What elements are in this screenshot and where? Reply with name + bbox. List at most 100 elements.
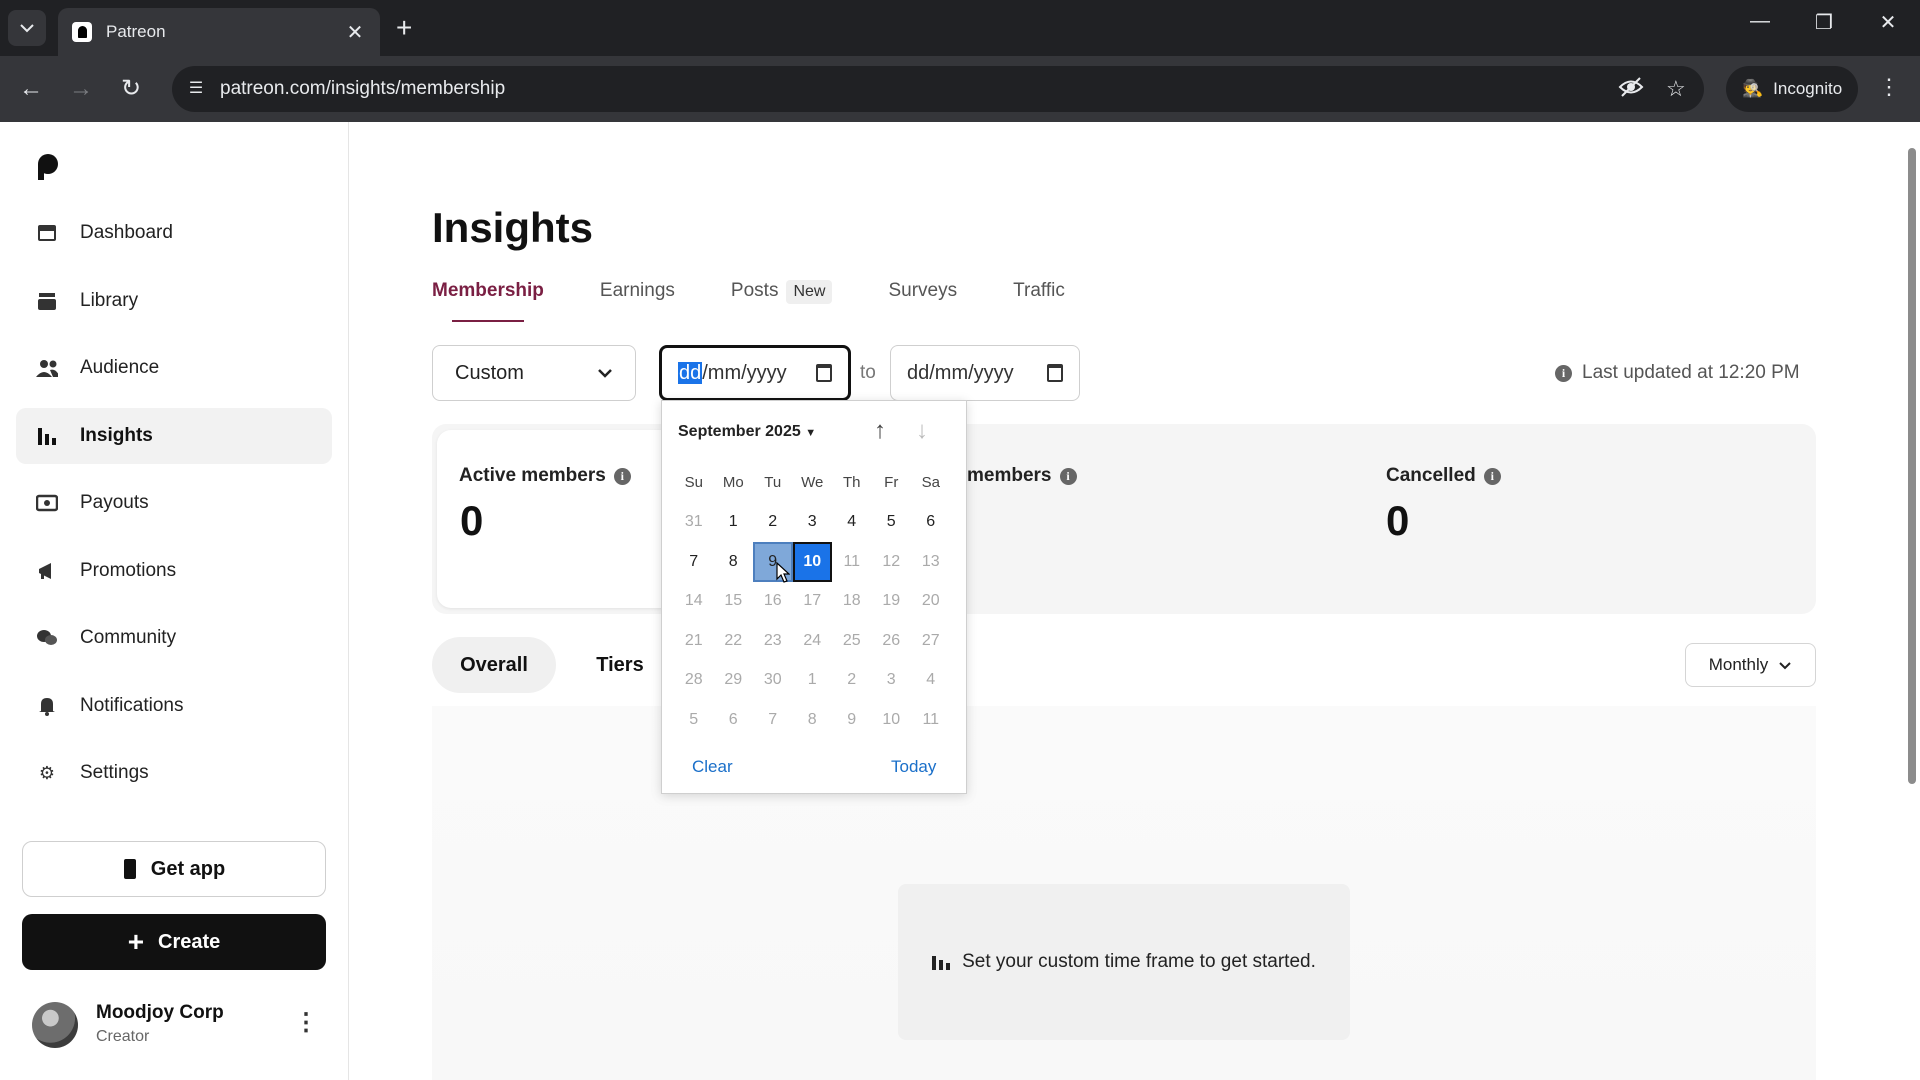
sidebar-item-settings[interactable]: ⚙ Settings bbox=[16, 745, 332, 801]
info-icon[interactable]: i bbox=[1555, 364, 1572, 382]
calendar-day-disabled[interactable]: 16 bbox=[753, 582, 793, 622]
info-icon[interactable]: i bbox=[613, 467, 631, 485]
month-year-select[interactable]: September 2025 ▼ bbox=[678, 423, 816, 441]
sidebar-item-notifications[interactable]: Notifications bbox=[16, 678, 332, 734]
star-icon[interactable]: ☆ bbox=[1666, 76, 1686, 102]
tab-traffic[interactable]: Traffic bbox=[1013, 280, 1065, 324]
calendar-day-outside[interactable]: 11 bbox=[911, 700, 951, 740]
calendar-day-outside[interactable]: 7 bbox=[753, 700, 793, 740]
calendar-day[interactable]: 1 bbox=[714, 503, 754, 543]
tab-search-button[interactable] bbox=[8, 10, 46, 46]
segment-tiers[interactable]: Tiers bbox=[580, 637, 660, 693]
sidebar-item-insights[interactable]: Insights bbox=[16, 407, 332, 464]
calendar-day-disabled[interactable]: 28 bbox=[674, 661, 714, 701]
page-scrollbar[interactable] bbox=[1904, 122, 1920, 1080]
calendar-day-disabled[interactable]: 11 bbox=[832, 542, 872, 582]
sidebar-item-dashboard[interactable]: Dashboard bbox=[16, 205, 332, 261]
sidebar-item-promotions[interactable]: Promotions bbox=[16, 543, 332, 599]
calendar-day-disabled[interactable]: 23 bbox=[753, 621, 793, 661]
calendar-day-disabled[interactable]: 14 bbox=[674, 582, 714, 622]
calendar-day[interactable]: 2 bbox=[753, 503, 793, 543]
calendar-day-disabled[interactable]: 24 bbox=[793, 621, 833, 661]
info-icon[interactable]: i bbox=[1059, 467, 1077, 485]
end-date-input[interactable]: dd/mm/yyyy bbox=[890, 345, 1080, 401]
period-select[interactable]: Monthly bbox=[1685, 643, 1816, 687]
tab-membership[interactable]: Membership bbox=[432, 280, 544, 324]
close-window-icon[interactable]: ✕ bbox=[1868, 10, 1908, 35]
calendar-day-disabled[interactable]: 20 bbox=[911, 582, 951, 622]
get-app-button[interactable]: Get app bbox=[22, 841, 326, 897]
calendar-day[interactable]: 3 bbox=[793, 503, 833, 543]
incognito-badge[interactable]: 🕵 Incognito bbox=[1726, 66, 1859, 112]
patreon-logo-icon[interactable] bbox=[36, 154, 58, 180]
calendar-day[interactable]: 8 bbox=[714, 542, 754, 582]
next-month-icon[interactable]: ↓ bbox=[916, 417, 928, 445]
calendar-day-disabled[interactable]: 22 bbox=[714, 621, 754, 661]
calendar-day-disabled[interactable]: 19 bbox=[872, 582, 912, 622]
calendar-day-disabled[interactable]: 18 bbox=[832, 582, 872, 622]
calendar-day-outside[interactable]: 3 bbox=[872, 661, 912, 701]
calendar-day-outside[interactable]: 4 bbox=[911, 661, 951, 701]
calendar-icon[interactable] bbox=[816, 364, 832, 382]
calendar-day[interactable]: 4 bbox=[832, 503, 872, 543]
clear-button[interactable]: Clear bbox=[692, 757, 733, 777]
calendar-day-outside[interactable]: 2 bbox=[832, 661, 872, 701]
calendar-day-outside[interactable]: 5 bbox=[674, 700, 714, 740]
sidebar-item-payouts[interactable]: Payouts bbox=[16, 475, 332, 531]
today-button[interactable]: Today bbox=[891, 757, 936, 777]
profile[interactable]: Moodjoy Corp Creator ⋮ bbox=[32, 1000, 332, 1054]
calendar-day[interactable]: 6 bbox=[911, 503, 951, 543]
info-icon[interactable]: i bbox=[1483, 467, 1501, 485]
restore-icon[interactable]: ❐ bbox=[1804, 10, 1844, 35]
calendar-day-outside[interactable]: 9 bbox=[832, 700, 872, 740]
calendar-day-disabled[interactable]: 15 bbox=[714, 582, 754, 622]
minimize-icon[interactable]: — bbox=[1740, 10, 1780, 33]
browser-tab[interactable]: Patreon ✕ bbox=[58, 8, 380, 56]
caret-down-icon: ▼ bbox=[805, 427, 817, 439]
calendar-day-disabled[interactable]: 27 bbox=[911, 621, 951, 661]
weekday-header: Mo bbox=[722, 474, 744, 492]
browser-menu-icon[interactable]: ⋮ bbox=[1878, 74, 1900, 100]
create-button[interactable]: + Create bbox=[22, 914, 326, 970]
calendar-day-outside[interactable]: 6 bbox=[714, 700, 754, 740]
back-arrow-icon[interactable]: ← bbox=[14, 72, 48, 106]
scrollbar-thumb[interactable] bbox=[1908, 148, 1916, 784]
calendar-day-outside[interactable]: 31 bbox=[674, 503, 714, 543]
calendar-day-disabled[interactable]: 12 bbox=[872, 542, 912, 582]
more-options-icon[interactable]: ⋮ bbox=[294, 1008, 318, 1037]
calendar-day-disabled[interactable]: 13 bbox=[911, 542, 951, 582]
calendar-day-outside[interactable]: 8 bbox=[793, 700, 833, 740]
calendar-day-disabled[interactable]: 26 bbox=[872, 621, 912, 661]
start-date-input[interactable]: dd/mm/yyyy bbox=[659, 345, 851, 401]
calendar-day-disabled[interactable]: 29 bbox=[714, 661, 754, 701]
site-info-icon[interactable]: ☰ bbox=[184, 77, 208, 101]
close-tab-icon[interactable]: ✕ bbox=[344, 20, 366, 45]
calendar-day-today[interactable]: 10 bbox=[792, 542, 832, 582]
calendar-day-disabled[interactable]: 21 bbox=[674, 621, 714, 661]
tab-posts[interactable]: Posts New bbox=[731, 280, 833, 324]
address-bar[interactable]: ☰ patreon.com/insights/membership ☆ bbox=[172, 66, 1704, 112]
segment-overall[interactable]: Overall bbox=[432, 637, 556, 693]
sidebar-item-community[interactable]: Community bbox=[16, 610, 332, 666]
reload-icon[interactable]: ↻ bbox=[114, 72, 148, 106]
calendar-day-disabled[interactable]: 25 bbox=[832, 621, 872, 661]
tab-earnings[interactable]: Earnings bbox=[600, 280, 675, 324]
date-range-select[interactable]: Custom bbox=[432, 345, 636, 401]
calendar-day-outside[interactable]: 1 bbox=[793, 661, 833, 701]
calendar-day-disabled[interactable]: 30 bbox=[753, 661, 793, 701]
tab-surveys[interactable]: Surveys bbox=[888, 280, 957, 324]
sidebar-item-audience[interactable]: Audience bbox=[16, 340, 332, 396]
empty-state-message: Set your custom time frame to get starte… bbox=[962, 951, 1316, 972]
calendar-day[interactable]: 7 bbox=[674, 542, 714, 582]
previous-month-icon[interactable]: ↑ bbox=[874, 417, 886, 445]
calendar-day-outside[interactable]: 10 bbox=[872, 700, 912, 740]
calendar-icon[interactable] bbox=[1047, 364, 1063, 382]
forward-arrow-icon[interactable]: → bbox=[64, 72, 98, 106]
calendar-day-disabled[interactable]: 17 bbox=[793, 582, 833, 622]
eye-off-icon[interactable] bbox=[1618, 76, 1644, 104]
new-tab-icon[interactable]: + bbox=[396, 12, 412, 44]
calendar-day[interactable]: 5 bbox=[872, 503, 912, 543]
sidebar-item-library[interactable]: Library bbox=[16, 273, 332, 329]
profile-role: Creator bbox=[96, 1028, 150, 1045]
cancelled-value: 0 bbox=[1386, 497, 1410, 544]
